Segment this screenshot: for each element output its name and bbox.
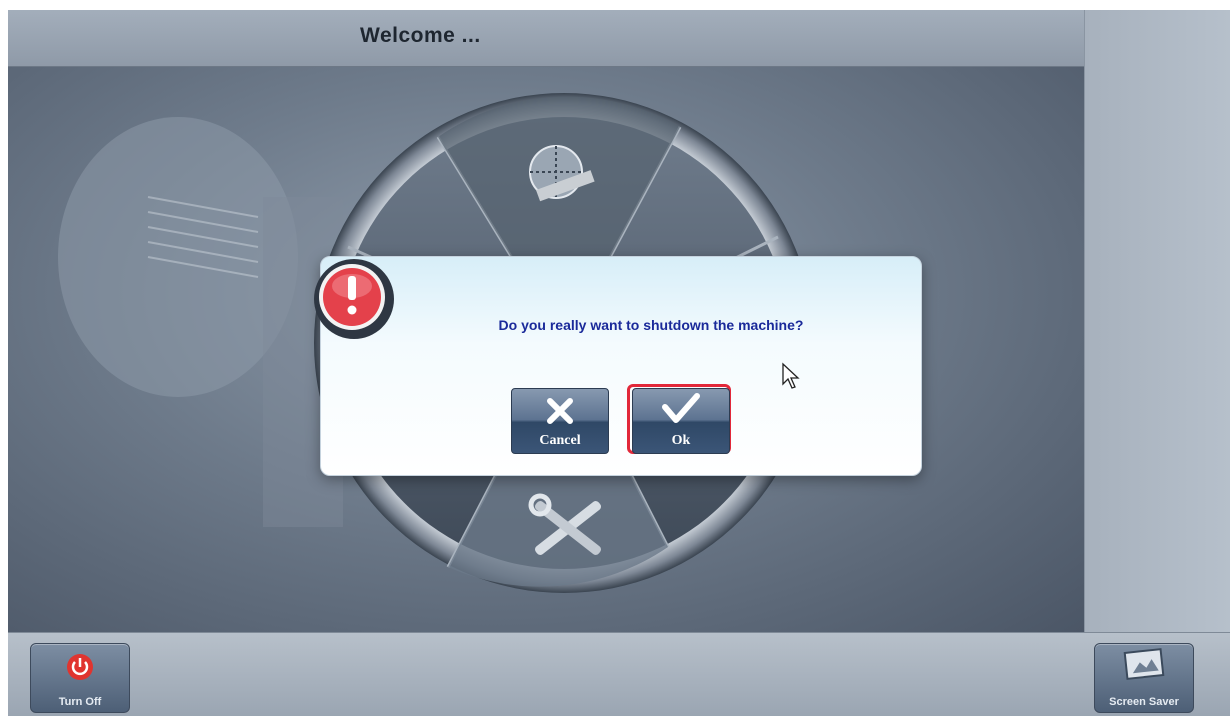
dialog-message: Do you really want to shutdown the machi… <box>498 317 804 333</box>
header-bar: Welcome ... <box>8 10 1084 67</box>
power-icon <box>67 654 93 680</box>
turn-off-button[interactable]: Turn Off <box>30 643 130 713</box>
shutdown-dialog: Do you really want to shutdown the machi… <box>320 256 922 476</box>
alert-icon <box>314 259 394 339</box>
machine-silhouette <box>58 117 298 397</box>
cancel-button[interactable]: Cancel <box>511 388 609 454</box>
check-icon <box>662 393 700 423</box>
screen-saver-button[interactable]: Screen Saver <box>1094 643 1194 713</box>
cancel-label: Cancel <box>539 433 581 448</box>
screen-saver-label: Screen Saver <box>1109 696 1179 708</box>
x-icon <box>547 398 573 424</box>
right-panel <box>1084 10 1230 632</box>
page-title: Welcome ... <box>360 24 481 47</box>
screen-saver-icon <box>1123 648 1165 680</box>
turn-off-label: Turn Off <box>58 696 102 708</box>
mouse-cursor-icon <box>782 362 800 389</box>
ok-button[interactable]: Ok <box>632 388 730 454</box>
ok-label: Ok <box>671 433 691 448</box>
footer-bar: Turn Off Screen Saver <box>8 632 1230 716</box>
